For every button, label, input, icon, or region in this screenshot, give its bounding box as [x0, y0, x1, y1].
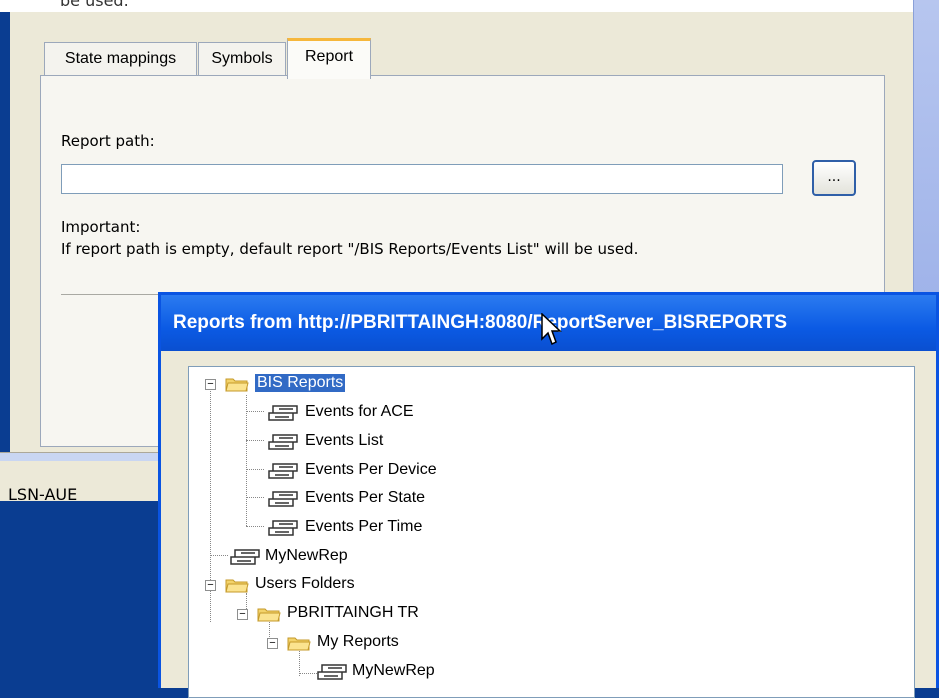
important-text: If report path is empty, default report … — [61, 240, 639, 258]
report-icon — [268, 491, 298, 507]
report-path-input[interactable] — [61, 164, 783, 194]
open-folder-icon — [225, 378, 249, 392]
tab-symbols[interactable]: Symbols — [198, 42, 286, 75]
browse-button[interactable]: ... — [812, 160, 856, 196]
report-icon — [268, 434, 298, 450]
report-path-label: Report path: — [61, 132, 155, 150]
reports-dialog: Reports from http://PBRITTAINGH:8080/Rep… — [158, 292, 939, 698]
report-icon — [268, 405, 298, 421]
collapse-icon[interactable]: − — [237, 609, 248, 620]
status-text: LSN-AUE — [8, 485, 78, 504]
report-icon — [317, 664, 347, 680]
open-folder-icon — [257, 608, 281, 622]
top-strip: be used. — [0, 0, 939, 12]
tab-report[interactable]: Report — [287, 38, 371, 79]
report-icon — [268, 520, 298, 536]
tab-state-mappings[interactable]: State mappings — [44, 42, 197, 75]
report-tree[interactable]: − BIS Reports Events for ACE Events List — [188, 366, 915, 698]
important-label: Important: — [61, 218, 141, 236]
mouse-cursor-icon — [541, 313, 562, 346]
clipped-text: be used. — [60, 0, 129, 10]
report-icon — [268, 463, 298, 479]
report-icon — [230, 549, 260, 565]
collapse-icon[interactable]: − — [205, 379, 216, 390]
collapse-icon[interactable]: − — [205, 580, 216, 591]
open-folder-icon — [225, 579, 249, 593]
open-folder-icon — [287, 637, 311, 651]
collapse-icon[interactable]: − — [267, 638, 278, 649]
tree-label: BIS Reports — [255, 374, 346, 392]
